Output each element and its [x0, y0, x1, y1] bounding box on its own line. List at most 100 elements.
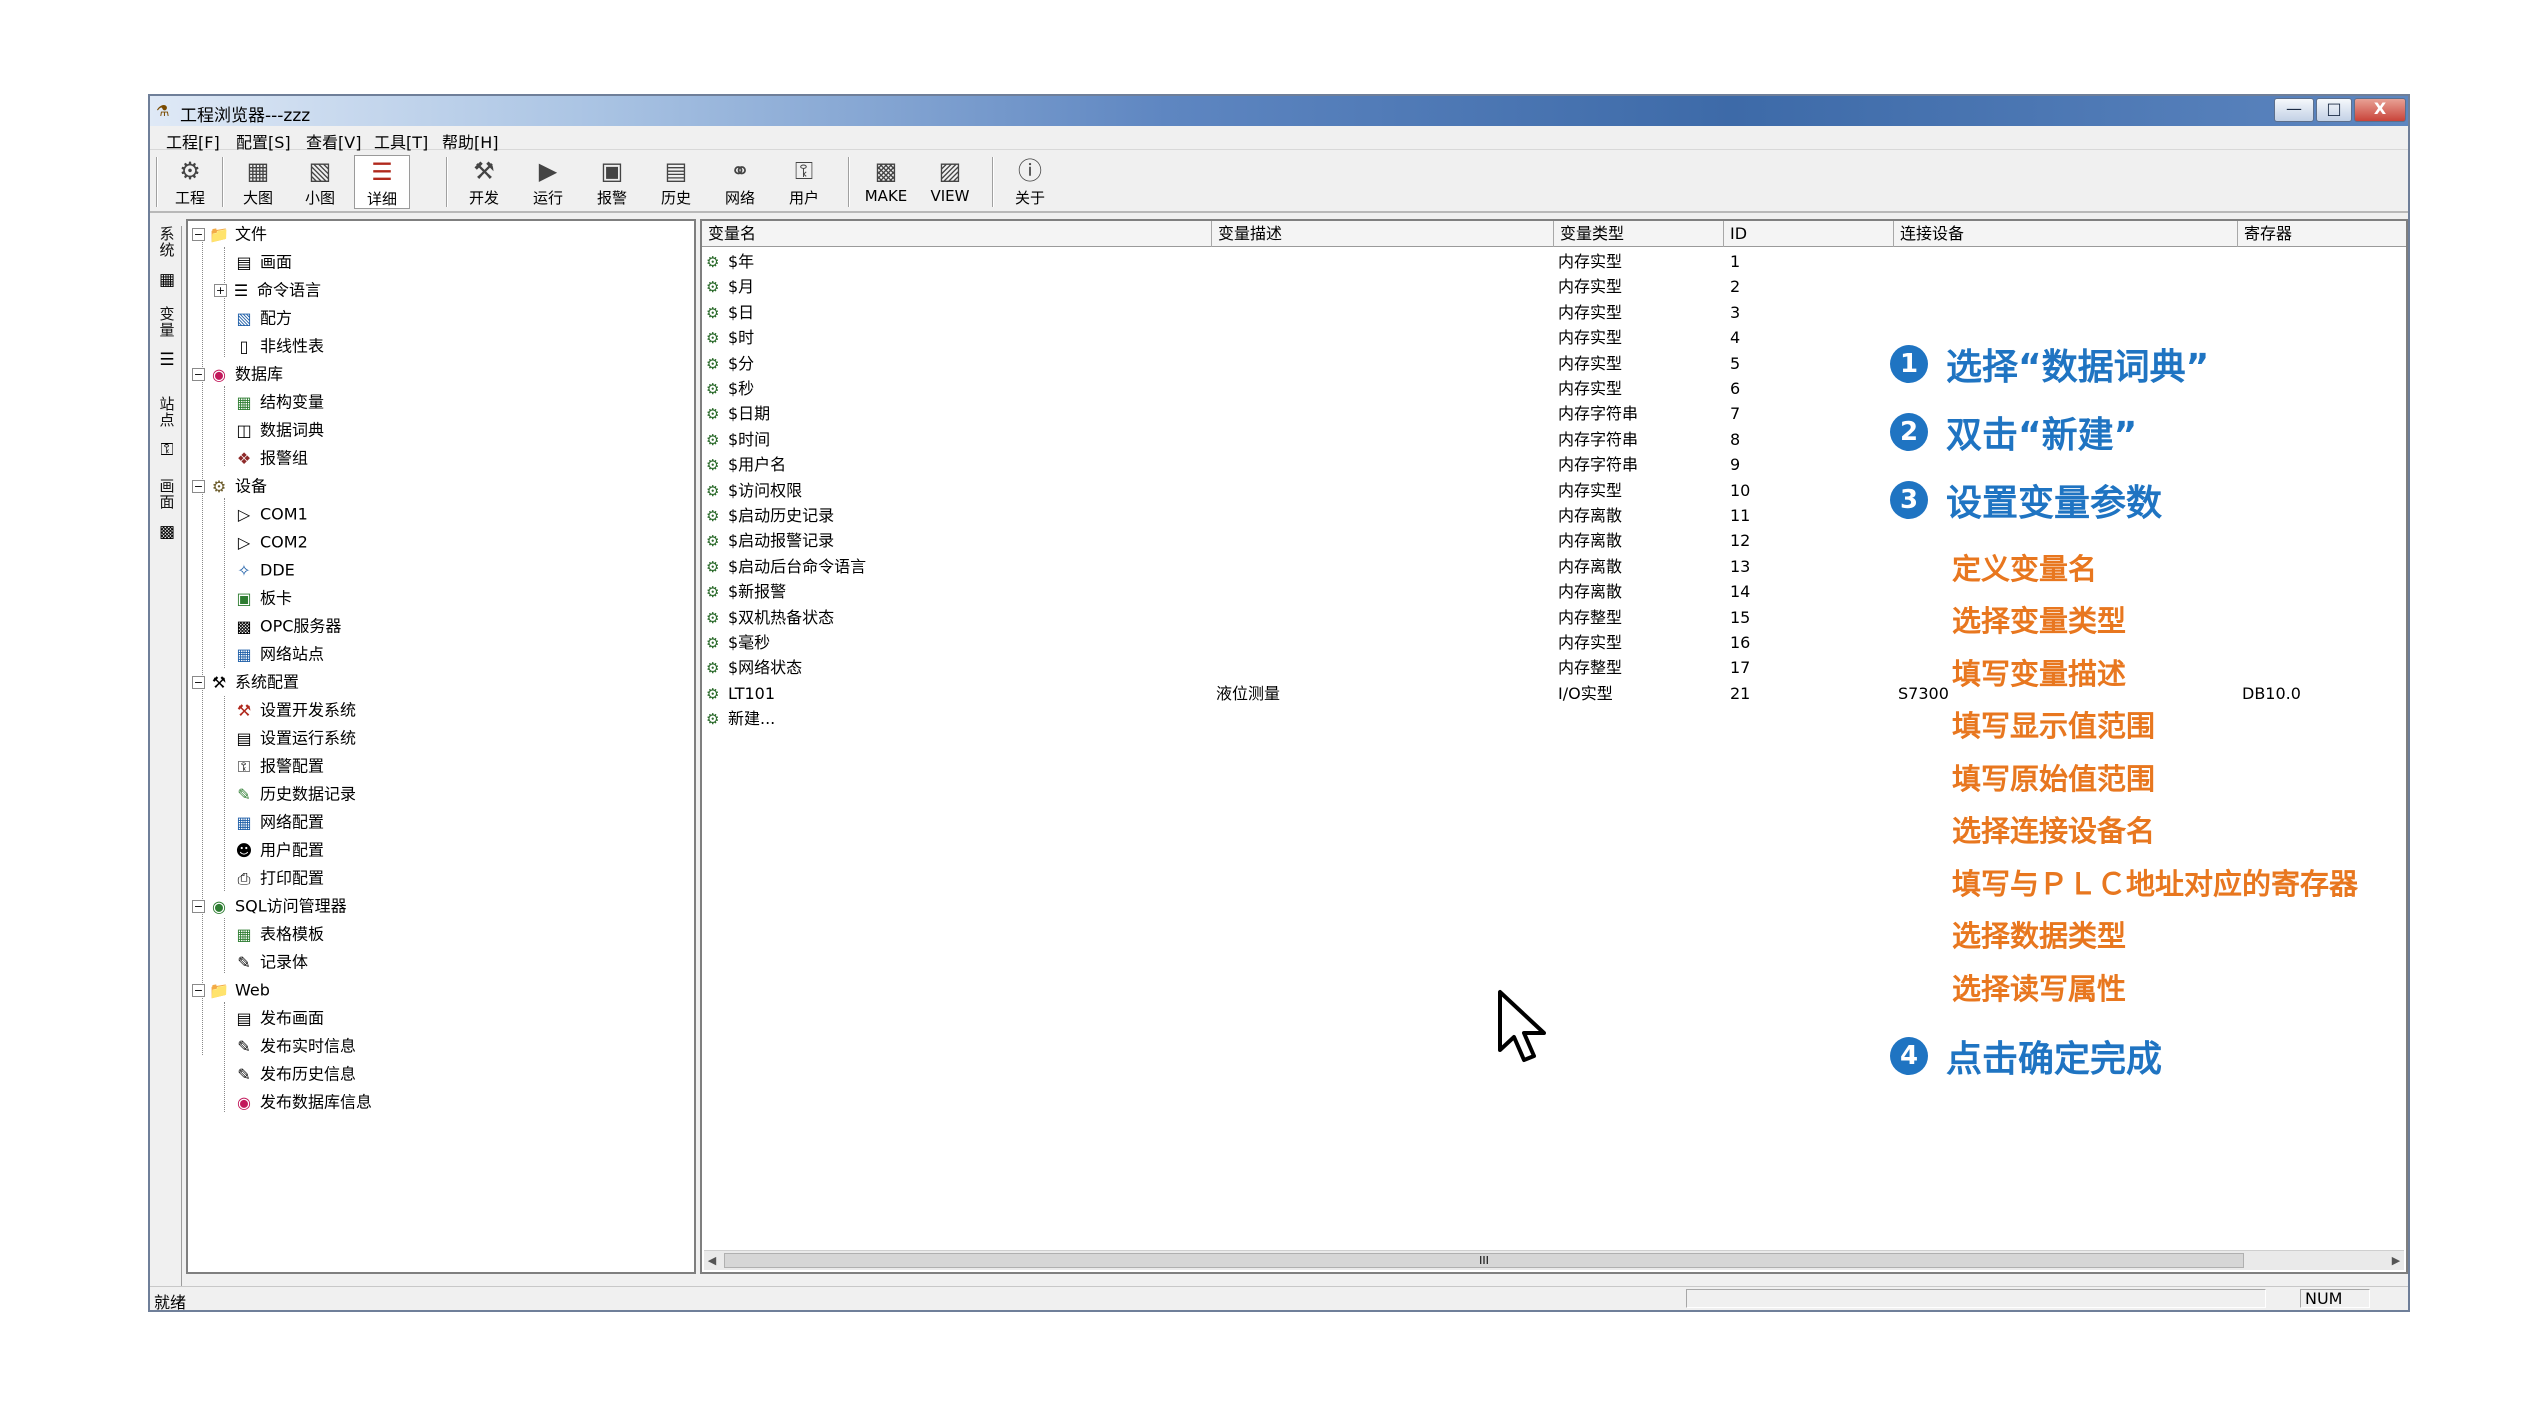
menu-help[interactable]: 帮助[H]: [442, 129, 499, 153]
scroll-left-icon[interactable]: ◀: [704, 1251, 720, 1271]
tree-item-recipe[interactable]: ▧ 配方: [234, 305, 292, 331]
tree-item-record[interactable]: ✎ 记录体: [234, 949, 308, 975]
toolbar-project-button[interactable]: ⚙ 工程: [162, 155, 218, 209]
column-header-type[interactable]: 变量类型: [1554, 221, 1724, 247]
tree-item-command-language[interactable]: + ☰ 命令语言: [214, 277, 321, 303]
collapse-toggle[interactable]: −: [192, 676, 205, 689]
side-tab-stations[interactable]: 站点: [154, 396, 180, 428]
horizontal-scrollbar[interactable]: ◀ III ▶: [704, 1250, 2404, 1270]
minimize-button[interactable]: —: [2274, 98, 2314, 122]
menu-project[interactable]: 工程[F]: [166, 129, 220, 153]
tree-item-publish-realtime[interactable]: ✎ 发布实时信息: [234, 1033, 356, 1059]
expand-toggle[interactable]: +: [214, 284, 227, 297]
variable-icon: ⚙: [706, 253, 720, 271]
tree-item-com1[interactable]: ▷ COM1: [234, 501, 308, 527]
scrollbar-thumb[interactable]: III: [724, 1253, 2244, 1268]
toolbar-large-icons-button[interactable]: ▦ 大图: [230, 155, 286, 209]
tree-item-network-config[interactable]: ▦ 网络配置: [234, 809, 324, 835]
cell-id: 21: [1730, 681, 1750, 706]
toolbar-history-button[interactable]: ▤ 历史: [648, 155, 704, 209]
tree-item-devices[interactable]: − ⚙ 设备: [192, 473, 267, 499]
tree-item-history-record[interactable]: ✎ 历史数据记录: [234, 781, 356, 807]
side-tab-variables[interactable]: 变量: [154, 306, 180, 338]
tree-item-label: 发布数据库信息: [260, 1092, 373, 1112]
tree-item-network-station[interactable]: ▦ 网络站点: [234, 641, 324, 667]
tree-item-alarm-group[interactable]: ❖ 报警组: [234, 445, 308, 471]
table-row[interactable]: ⚙ $网络状态 内存整型 17: [702, 655, 2406, 680]
tree-item-web[interactable]: − 📁 Web: [192, 977, 270, 1003]
table-row[interactable]: ⚙ $月 内存实型 2: [702, 274, 2406, 299]
table-row[interactable]: ⚙ $新报警 内存离散 14: [702, 579, 2406, 604]
tree-item-database[interactable]: − ◉ 数据库: [192, 361, 283, 387]
table-row[interactable]: ⚙ $日期 内存字符串 7: [702, 401, 2406, 426]
tree-item-dev-system[interactable]: ⚒ 设置开发系统: [234, 697, 356, 723]
tree-item-print-config[interactable]: ⎙ 打印配置: [234, 865, 324, 891]
toolbar-network-button[interactable]: ⚭ 网络: [712, 155, 768, 209]
menu-config[interactable]: 配置[S]: [236, 129, 291, 153]
tree-item-data-dictionary[interactable]: ◫ 数据词典: [234, 417, 324, 443]
toolbar-develop-button[interactable]: ⚒ 开发: [456, 155, 512, 209]
cell-id-text: 17: [1730, 658, 1751, 678]
table-row[interactable]: ⚙ $年 内存实型 1: [702, 249, 2406, 274]
table-row[interactable]: ⚙ $启动后台命令语言 内存离散 13: [702, 554, 2406, 579]
table-row[interactable]: ⚙ $毫秒 内存实型 16: [702, 630, 2406, 655]
tree-item-user-config[interactable]: ☻ 用户配置: [234, 837, 324, 863]
toolbar-detail-button[interactable]: ☰ 详细: [354, 155, 410, 209]
tree-item-sql-manager[interactable]: − ◉ SQL访问管理器: [192, 893, 347, 919]
tree-item-publish-database[interactable]: ◉ 发布数据库信息: [234, 1089, 372, 1115]
tree-item-files[interactable]: − 📁 文件: [192, 221, 267, 247]
collapse-toggle[interactable]: −: [192, 368, 205, 381]
title-bar[interactable]: ⚗ 工程浏览器---zzz — □ X: [150, 96, 2408, 126]
toolbar-detail-label: 详细: [366, 190, 397, 208]
table-row[interactable]: ⚙ $日 内存实型 3: [702, 300, 2406, 325]
tree-item-system-config[interactable]: − ⚒ 系统配置: [192, 669, 299, 695]
tree-item-label: 设备: [235, 476, 268, 496]
column-header-id[interactable]: ID: [1724, 221, 1894, 247]
table-row[interactable]: ⚙ $启动报警记录 内存离散 12: [702, 528, 2406, 553]
tree-item-board-card[interactable]: ▣ 板卡: [234, 585, 292, 611]
tree-item-com2[interactable]: ▷ COM2: [234, 529, 308, 555]
toolbar-make-button[interactable]: ▩ MAKE: [858, 155, 914, 209]
tree-item-screens[interactable]: ▤ 画面: [234, 249, 292, 275]
maximize-button[interactable]: □: [2316, 98, 2352, 122]
cell-type-text: 内存实型: [1558, 277, 1623, 297]
table-row[interactable]: ⚙ $时间 内存字符串 8: [702, 427, 2406, 452]
tree-item-nonlinear-table[interactable]: ▯ 非线性表: [234, 333, 324, 359]
cell-id: 7: [1730, 401, 1740, 426]
collapse-toggle[interactable]: −: [192, 900, 205, 913]
tree-item-publish-screen[interactable]: ▤ 发布画面: [234, 1005, 324, 1031]
tree-item-alarm-config[interactable]: ⚿ 报警配置: [234, 753, 324, 779]
column-header-name[interactable]: 变量名: [702, 221, 1212, 247]
tree-item-run-system[interactable]: ▤ 设置运行系统: [234, 725, 356, 751]
side-tab-system[interactable]: 系统: [154, 226, 180, 258]
collapse-toggle[interactable]: −: [192, 984, 205, 997]
toolbar-about-button[interactable]: ⓘ 关于: [1002, 155, 1058, 209]
tree-item-dde[interactable]: ✧ DDE: [234, 557, 294, 583]
tree-item-table-template[interactable]: ▦ 表格模板: [234, 921, 324, 947]
toolbar-user-button[interactable]: ⚿ 用户: [776, 155, 832, 209]
toolbar-run-button[interactable]: ▶ 运行: [520, 155, 576, 209]
tree-item-struct-variable[interactable]: ▦ 结构变量: [234, 389, 324, 415]
column-header-device[interactable]: 连接设备: [1894, 221, 2238, 247]
tree-item-publish-history[interactable]: ✎ 发布历史信息: [234, 1061, 356, 1087]
toolbar-separator: [446, 157, 448, 207]
window-title: 工程浏览器---zzz: [180, 106, 311, 126]
scroll-right-icon[interactable]: ▶: [2388, 1251, 2404, 1271]
side-tab-screens[interactable]: 画面: [154, 478, 180, 510]
menu-tools[interactable]: 工具[T]: [374, 129, 428, 153]
collapse-toggle[interactable]: −: [192, 480, 205, 493]
cell-id-text: 7: [1730, 404, 1741, 424]
collapse-toggle[interactable]: −: [192, 228, 205, 241]
tree-item-opc-server[interactable]: ▩ OPC服务器: [234, 613, 341, 639]
table-row[interactable]: ⚙ $双机热备状态 内存整型 15: [702, 605, 2406, 630]
toolbar-alarm-button[interactable]: ▣ 报警: [584, 155, 640, 209]
toolbar-view-button[interactable]: ▨ VIEW: [922, 155, 978, 209]
column-header-register[interactable]: 寄存器: [2238, 221, 2406, 247]
struct-variable-icon: ▦: [236, 392, 252, 412]
toolbar-network-label: 网络: [724, 189, 755, 207]
close-button[interactable]: X: [2354, 98, 2406, 122]
network-station-icon: ▦: [236, 644, 252, 664]
toolbar-small-icons-button[interactable]: ▧ 小图: [292, 155, 348, 209]
column-header-description[interactable]: 变量描述: [1212, 221, 1554, 247]
menu-view[interactable]: 查看[V]: [306, 129, 361, 153]
